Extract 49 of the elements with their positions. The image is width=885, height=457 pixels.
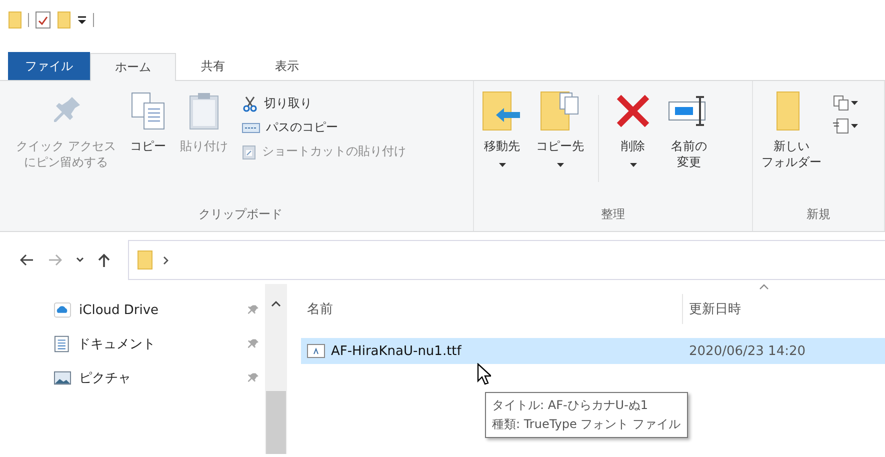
properties-icon[interactable] <box>35 11 51 29</box>
copy-icon <box>130 91 166 131</box>
ribbon-button[interactable]: 新しい フォルダー <box>757 89 826 206</box>
ribbon-button[interactable]: 切り取り <box>238 93 410 114</box>
sidebar-item[interactable]: ドキュメント <box>0 330 265 358</box>
ribbon-button[interactable]: コピー <box>126 89 170 206</box>
ribbon-button[interactable]: パスのコピー <box>238 117 410 138</box>
up-icon[interactable] <box>98 253 110 267</box>
file-date: 2020/06/23 14:20 <box>688 344 807 358</box>
new-item-button[interactable] <box>831 93 860 113</box>
file-name: AF-HiraKnaU-nu1.ttf <box>331 344 462 358</box>
easy-access-icon <box>833 118 850 134</box>
group-label: 新規 <box>806 206 832 223</box>
group-label: 整理 <box>600 206 626 223</box>
ribbon-button[interactable]: コピー先 <box>532 89 588 206</box>
image-icon <box>54 371 72 385</box>
folder-arrow-icon <box>482 91 522 131</box>
cloud-icon <box>54 302 72 318</box>
scissors-icon <box>242 96 258 112</box>
scroll-up-icon[interactable] <box>271 300 281 307</box>
column-header[interactable]: 名前 <box>301 294 683 324</box>
document-icon <box>54 335 70 353</box>
tooltip-text: 種類: TrueType フォント ファイル <box>492 416 681 433</box>
ribbon-button[interactable]: 名前の 変更 <box>663 89 716 206</box>
sidebar-item[interactable]: ピクチャ <box>0 364 265 392</box>
new-item-icon <box>833 95 850 111</box>
dropdown-icon[interactable] <box>76 257 84 263</box>
file-row[interactable]: AF-HiraKnaU-nu1.ttf 2020/06/23 14:20 <box>301 338 885 364</box>
customize-icon[interactable] <box>77 15 87 25</box>
ribbon-tab[interactable]: ホーム <box>90 53 176 81</box>
folder-icon <box>137 250 153 270</box>
scrollbar-thumb[interactable] <box>266 391 286 454</box>
back-icon[interactable] <box>20 254 34 266</box>
ribbon-button[interactable]: 削除 <box>609 89 658 206</box>
ribbon-button[interactable]: 移動先 <box>478 89 526 206</box>
chevron-icon[interactable] <box>163 256 169 264</box>
group-label: クリップボード <box>198 206 284 223</box>
new-item-button[interactable] <box>831 116 860 136</box>
folder-copy-icon <box>540 91 580 131</box>
file-menu-tab[interactable]: ファイル <box>8 52 90 80</box>
ribbon-tab[interactable]: 表示 <box>250 52 324 80</box>
font-file-icon <box>307 344 325 358</box>
ribbon-tab[interactable]: 共有 <box>176 52 250 80</box>
shortcut-icon <box>242 144 256 160</box>
column-header[interactable]: 更新日時 <box>683 294 747 324</box>
sidebar-item[interactable]: iCloud Drive <box>0 296 265 324</box>
path-icon <box>242 122 260 132</box>
tooltip-text: タイトル: AF-ひらカナU-ぬ1 <box>492 397 650 414</box>
cursor-icon <box>477 363 491 385</box>
